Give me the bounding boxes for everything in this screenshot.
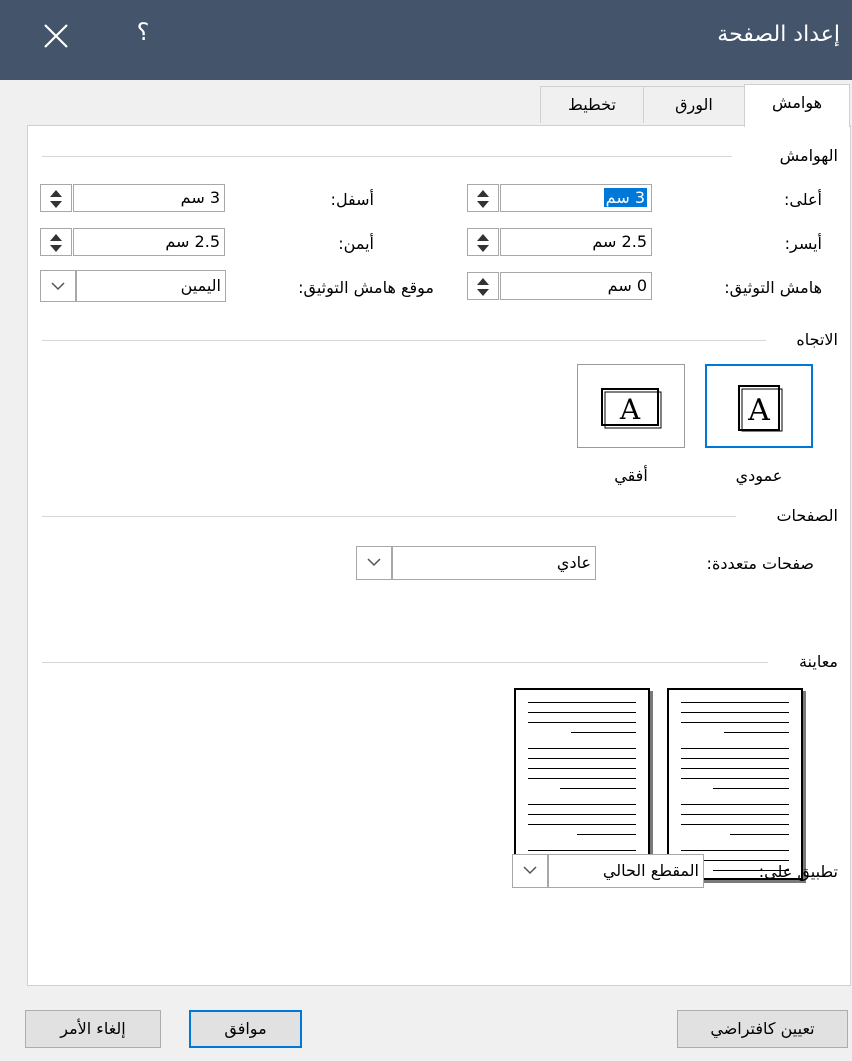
chevron-down-icon [367,558,381,567]
landscape-label: أفقي [614,466,648,485]
apply-to-select[interactable]: المقطع الحالي [548,854,704,888]
bottom-margin-value: 3 سم [180,188,220,207]
landscape-icon-letter: A [619,393,641,426]
tab-paper[interactable]: الورق [642,86,746,123]
set-as-default-button[interactable]: تعيين كافتراضي [677,1010,848,1048]
preview-page-right [667,688,803,880]
top-margin-value: 3 سم [603,188,647,207]
margins-heading: الهوامش [773,146,838,165]
gutter-spinner[interactable] [467,272,499,300]
gutter-value: 0 سم [607,276,647,295]
preview-text-line [528,748,636,749]
preview-text-line [528,778,636,779]
preview-text-line [560,788,636,789]
gutter-label: هامش التوثيق: [724,278,822,297]
preview-text-line [681,722,789,723]
margins-divider [42,156,732,157]
preview-text-line [681,702,789,703]
pages-heading: الصفحات [770,506,838,525]
preview-text-line [528,768,636,769]
preview-divider [42,662,768,663]
preview-text-line [528,702,636,703]
chevron-down-icon [523,866,537,875]
left-margin-field[interactable]: 2.5 سم [500,228,652,256]
preview-text-line [681,814,789,815]
orientation-heading: الاتجاه [790,330,838,349]
bottom-margin-field[interactable]: 3 سم [73,184,225,212]
preview-text-line [713,788,789,789]
landscape-page-icon: A [601,388,662,429]
gutter-position-dropdown[interactable] [40,270,76,302]
tab-margins[interactable]: هوامش [744,84,850,127]
preview-text-line [681,824,789,825]
apply-to-label: تطبيق على: [758,862,838,881]
spin-arrows-icon [50,234,62,252]
right-margin-value: 2.5 سم [165,232,220,251]
help-button[interactable]: ؟ [128,18,158,46]
preview-text-line [681,850,789,851]
portrait-button[interactable]: A [705,364,813,448]
right-margin-spinner[interactable] [40,228,72,256]
preview-text-line [681,758,789,759]
top-margin-spinner[interactable] [467,184,499,212]
left-margin-value: 2.5 سم [592,232,647,251]
preview-text-line [730,834,789,835]
portrait-label: عمودي [735,466,783,485]
preview-text-line [681,778,789,779]
top-margin-field[interactable]: 3 سم [500,184,652,212]
close-icon[interactable] [34,14,78,58]
multiple-pages-value: عادي [556,553,591,572]
gutter-position-label: موقع هامش التوثيق: [298,278,434,297]
portrait-icon-letter: A [747,393,770,428]
landscape-button[interactable]: A [577,364,685,448]
multiple-pages-dropdown[interactable] [356,546,392,580]
pages-divider [42,516,736,517]
spin-arrows-icon [477,278,489,296]
spin-arrows-icon [477,234,489,252]
preview-text-line [528,758,636,759]
preview-page-left [514,688,650,880]
spin-arrows-icon [477,190,489,208]
preview-text-line [681,712,789,713]
preview-text-line [528,722,636,723]
preview-text-line [528,824,636,825]
preview-text-line [681,768,789,769]
right-margin-field[interactable]: 2.5 سم [73,228,225,256]
apply-to-dropdown[interactable] [512,854,548,888]
spin-arrows-icon [50,190,62,208]
preview-text-line [681,804,789,805]
chevron-down-icon [51,282,65,291]
bottom-margin-spinner[interactable] [40,184,72,212]
cancel-button[interactable]: إلغاء الأمر [25,1010,161,1048]
left-label: أيسر: [784,234,822,253]
ok-button[interactable]: موافق [189,1010,302,1048]
preview-text-line [724,732,789,733]
preview-text-line [528,804,636,805]
preview-heading: معاينة [792,652,838,671]
gutter-position-select[interactable]: اليمين [76,270,226,302]
gutter-position-value: اليمين [180,276,221,295]
left-margin-spinner[interactable] [467,228,499,256]
preview-text-line [528,712,636,713]
multiple-pages-select[interactable]: عادي [392,546,596,580]
portrait-page-icon: A [738,385,783,432]
preview-text-line [681,748,789,749]
right-label: أيمن: [338,234,374,253]
dialog-title: إعداد الصفحة [717,22,840,47]
orientation-divider [42,340,766,341]
multiple-pages-label: صفحات متعددة: [706,554,814,573]
gutter-field[interactable]: 0 سم [500,272,652,300]
preview-text-line [577,834,636,835]
preview-text-line [528,814,636,815]
preview-text-line [571,732,636,733]
tab-layout[interactable]: تخطيط [540,86,644,123]
apply-to-value: المقطع الحالي [602,861,699,880]
bottom-label: أسفل: [330,190,374,209]
top-label: أعلى: [783,190,822,209]
preview-text-line [528,850,636,851]
